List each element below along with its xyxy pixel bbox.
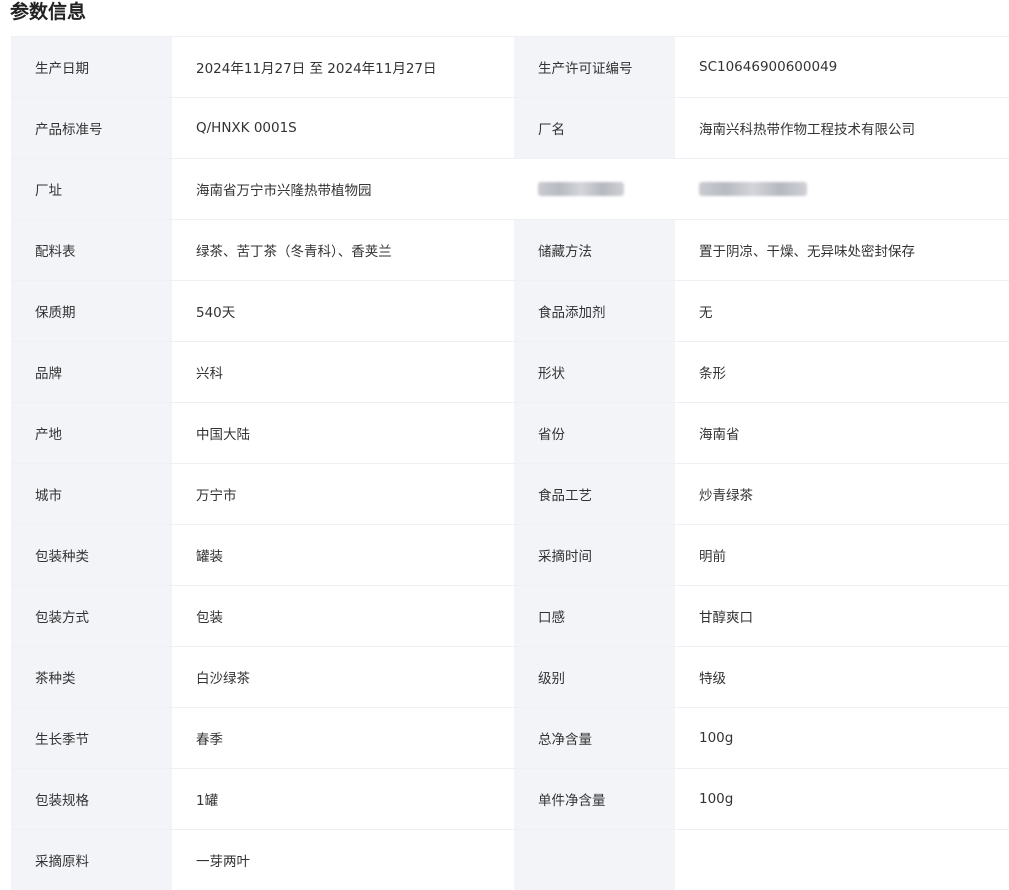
- param-value: 100g: [675, 769, 1009, 830]
- param-label: 产品标准号: [11, 98, 172, 159]
- param-value: 罐装: [172, 525, 514, 586]
- table-row: 保质期 540天 食品添加剂 无: [11, 281, 1009, 342]
- param-label: 形状: [514, 342, 675, 403]
- param-value: 白沙绿茶: [172, 647, 514, 708]
- table-row: 配料表 绿茶、苦丁茶（冬青科）、香荚兰 储藏方法 置于阴凉、干燥、无异味处密封保…: [11, 220, 1009, 281]
- param-label: 采摘原料: [11, 830, 172, 890]
- table-row: 产品标准号 Q/HNXK 0001S 厂名 海南兴科热带作物工程技术有限公司: [11, 98, 1009, 159]
- param-value: 绿茶、苦丁茶（冬青科）、香荚兰: [172, 220, 514, 281]
- param-label: 级别: [514, 647, 675, 708]
- param-label: 储藏方法: [514, 220, 675, 281]
- param-value: 100g: [675, 708, 1009, 769]
- param-label: 总净含量: [514, 708, 675, 769]
- param-value: 540天: [172, 281, 514, 342]
- param-label: 厂名: [514, 98, 675, 159]
- param-label: 包装方式: [11, 586, 172, 647]
- blurred-text: [538, 182, 624, 196]
- param-label: 食品添加剂: [514, 281, 675, 342]
- table-row: 城市 万宁市 食品工艺 炒青绿茶: [11, 464, 1009, 525]
- param-value: 无: [675, 281, 1009, 342]
- table-row: 茶种类 白沙绿茶 级别 特级: [11, 647, 1009, 708]
- redacted-label: [514, 159, 675, 220]
- table-row: 生产日期 2024年11月27日 至 2024年11月27日 生产许可证编号 S…: [11, 37, 1009, 98]
- param-value: Q/HNXK 0001S: [172, 98, 514, 159]
- param-value: 炒青绿茶: [675, 464, 1009, 525]
- param-value: [675, 830, 1009, 890]
- table-row: 包装规格 1罐 单件净含量 100g: [11, 769, 1009, 830]
- table-row: 厂址 海南省万宁市兴隆热带植物园: [11, 159, 1009, 220]
- param-label: 配料表: [11, 220, 172, 281]
- param-value: SC10646900600049: [675, 37, 1009, 98]
- param-value: 包装: [172, 586, 514, 647]
- param-value: 中国大陆: [172, 403, 514, 464]
- param-label: 食品工艺: [514, 464, 675, 525]
- param-label: 单件净含量: [514, 769, 675, 830]
- param-label: 口感: [514, 586, 675, 647]
- param-value: 万宁市: [172, 464, 514, 525]
- param-label: 省份: [514, 403, 675, 464]
- param-label: 产地: [11, 403, 172, 464]
- param-value: 明前: [675, 525, 1009, 586]
- parameter-table: 生产日期 2024年11月27日 至 2024年11月27日 生产许可证编号 S…: [11, 36, 1009, 890]
- section-title: 参数信息: [10, 0, 86, 26]
- blurred-text: [699, 182, 807, 196]
- param-value: 1罐: [172, 769, 514, 830]
- param-value: 置于阴凉、干燥、无异味处密封保存: [675, 220, 1009, 281]
- param-label: 采摘时间: [514, 525, 675, 586]
- param-label: [514, 830, 675, 890]
- param-value: 条形: [675, 342, 1009, 403]
- param-label: 城市: [11, 464, 172, 525]
- table-row: 采摘原料 一芽两叶: [11, 830, 1009, 890]
- table-row: 包装种类 罐装 采摘时间 明前: [11, 525, 1009, 586]
- redacted-value: [675, 159, 1009, 220]
- param-label: 包装规格: [11, 769, 172, 830]
- param-label: 保质期: [11, 281, 172, 342]
- param-value: 兴科: [172, 342, 514, 403]
- param-value: 春季: [172, 708, 514, 769]
- param-value: 特级: [675, 647, 1009, 708]
- table-row: 包装方式 包装 口感 甘醇爽口: [11, 586, 1009, 647]
- param-label: 厂址: [11, 159, 172, 220]
- param-label: 生产许可证编号: [514, 37, 675, 98]
- param-label: 生产日期: [11, 37, 172, 98]
- param-value: 海南兴科热带作物工程技术有限公司: [675, 98, 1009, 159]
- table-row: 品牌 兴科 形状 条形: [11, 342, 1009, 403]
- param-value: 海南省万宁市兴隆热带植物园: [172, 159, 514, 220]
- table-row: 产地 中国大陆 省份 海南省: [11, 403, 1009, 464]
- param-value: 一芽两叶: [172, 830, 514, 890]
- param-value: 2024年11月27日 至 2024年11月27日: [172, 37, 514, 98]
- param-value: 甘醇爽口: [675, 586, 1009, 647]
- param-label: 茶种类: [11, 647, 172, 708]
- param-label: 包装种类: [11, 525, 172, 586]
- table-row: 生长季节 春季 总净含量 100g: [11, 708, 1009, 769]
- param-label: 品牌: [11, 342, 172, 403]
- param-label: 生长季节: [11, 708, 172, 769]
- param-value: 海南省: [675, 403, 1009, 464]
